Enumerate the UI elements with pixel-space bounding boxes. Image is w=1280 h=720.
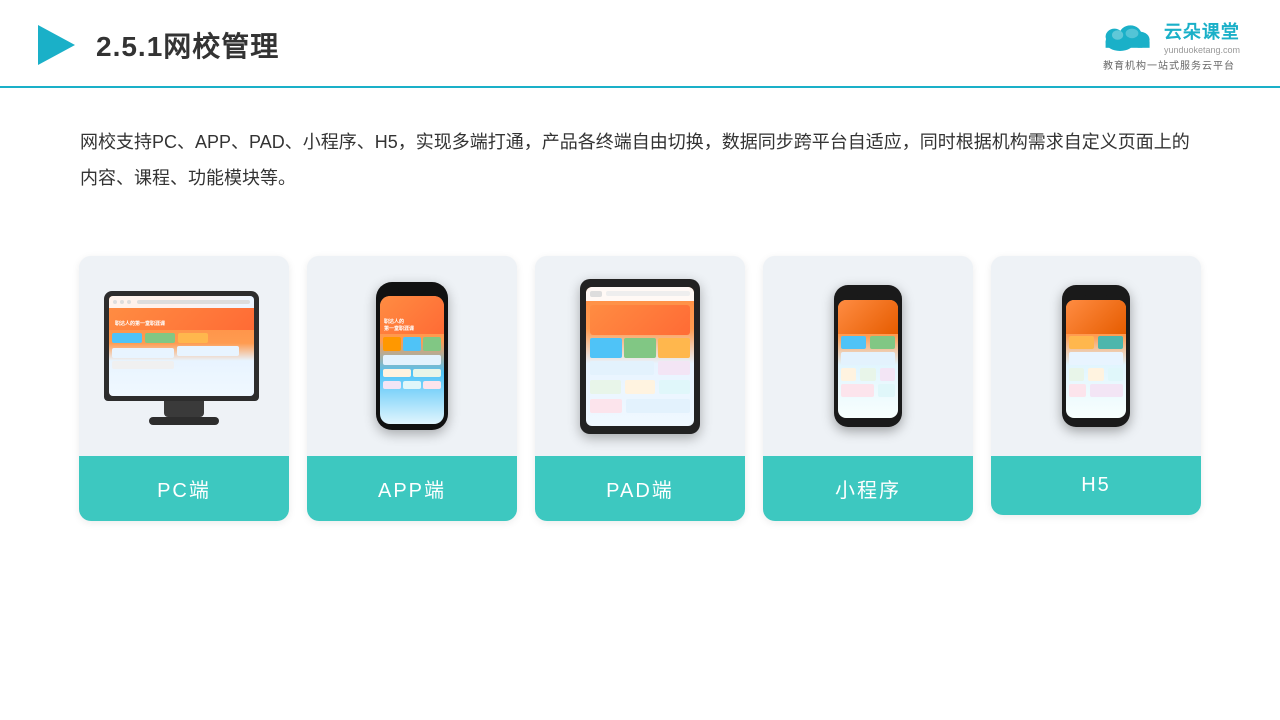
- h5-image-area: [991, 256, 1201, 456]
- pc-monitor-icon: 职达人的第一堂职涯课: [104, 291, 264, 421]
- card-app: 职达人的第一堂职涯课: [307, 256, 517, 521]
- device-cards-container: 职达人的第一堂职涯课: [0, 226, 1280, 521]
- card-miniprogram-label: 小程序: [763, 456, 973, 521]
- description-text: 网校支持PC、APP、PAD、小程序、H5，实现多端打通，产品各终端自由切换，数…: [0, 88, 1280, 216]
- description-content: 网校支持PC、APP、PAD、小程序、H5，实现多端打通，产品各终端自由切换，数…: [80, 132, 1190, 188]
- phone-h5-icon: [1062, 285, 1130, 427]
- cloud-logo-icon: [1098, 19, 1158, 55]
- card-pc-label: PC端: [79, 456, 289, 521]
- brand-icon: [30, 20, 80, 70]
- header-left: 2.5.1网校管理: [30, 20, 279, 70]
- pc-image-area: 职达人的第一堂职涯课: [79, 256, 289, 456]
- card-pad-label: PAD端: [535, 456, 745, 521]
- logo-text-group: 云朵课堂 yunduoketang.com: [1164, 18, 1240, 55]
- app-image-area: 职达人的第一堂职涯课: [307, 256, 517, 456]
- card-pad: PAD端: [535, 256, 745, 521]
- card-h5-label: H5: [991, 456, 1201, 515]
- logo-area: 云朵课堂 yunduoketang.com 教育机构一站式服务云平台: [1098, 18, 1240, 72]
- tablet-pad-icon: [580, 279, 700, 434]
- logo-url: yunduoketang.com: [1164, 45, 1240, 55]
- logo-brand-name: 云朵课堂: [1164, 18, 1240, 44]
- card-miniprogram: 小程序: [763, 256, 973, 521]
- card-h5: H5: [991, 256, 1201, 515]
- miniprogram-image-area: [763, 256, 973, 456]
- pad-image-area: [535, 256, 745, 456]
- phone-miniprogram-icon: [834, 285, 902, 427]
- phone-app-icon: 职达人的第一堂职涯课: [376, 282, 448, 430]
- page-header: 2.5.1网校管理 云朵课堂 yunduoketang.com 教育机构一站式服…: [0, 0, 1280, 88]
- page-title: 2.5.1网校管理: [96, 25, 279, 65]
- logo-subtitle: 教育机构一站式服务云平台: [1103, 57, 1235, 72]
- logo-cloud: 云朵课堂 yunduoketang.com: [1098, 18, 1240, 55]
- card-pc: 职达人的第一堂职涯课: [79, 256, 289, 521]
- card-app-label: APP端: [307, 456, 517, 521]
